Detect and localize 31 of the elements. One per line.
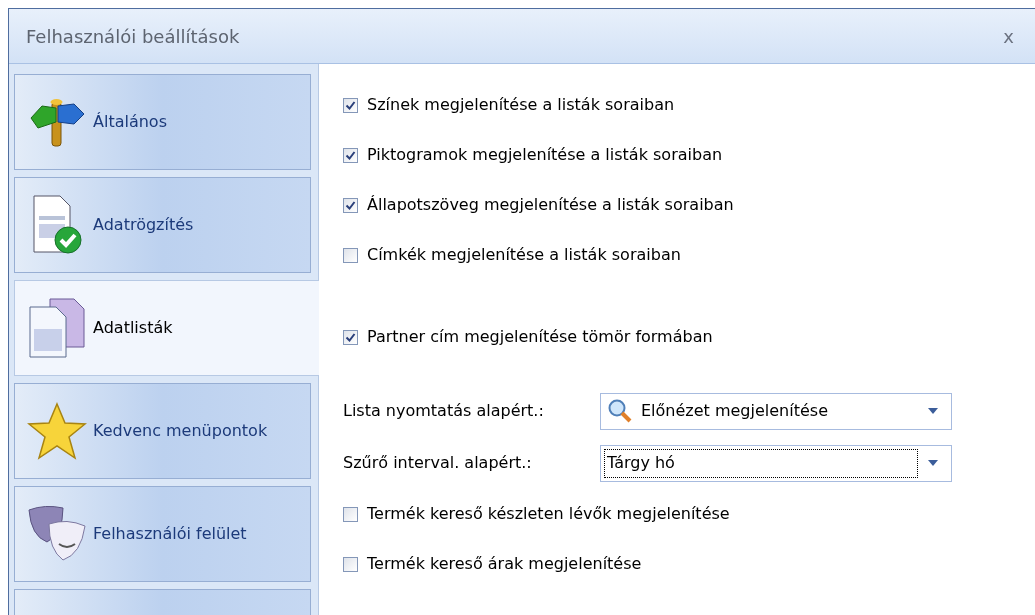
checkbox[interactable] <box>343 556 358 572</box>
checkbox-label: Címkék megjelenítése a listák soraiban <box>367 244 681 266</box>
field-label: Szűrő interval. alapért.: <box>343 452 533 474</box>
sidebar-tab[interactable]: Felhasználói felület <box>14 486 311 582</box>
magnifier-icon <box>607 398 633 424</box>
dropdown-field[interactable]: Előnézet megjelenítése <box>600 392 952 430</box>
checkbox-label: Állapotszöveg megjelenítése a listák soraiban <box>367 194 734 216</box>
sidebar-tab[interactable]: Adatrögzítés <box>14 177 311 273</box>
checkbox[interactable] <box>343 197 358 213</box>
checkbox[interactable] <box>343 329 358 345</box>
window-title: Felhasználói beállítások <box>26 24 240 49</box>
checkbox-label: Termék kereső készleten lévők megjelenítése <box>367 503 730 525</box>
dropdown-caret-icon <box>928 408 938 414</box>
dropdown-field[interactable]: Tárgy hó <box>600 444 952 482</box>
checkbox[interactable] <box>343 506 358 522</box>
checkbox[interactable] <box>343 247 358 263</box>
checkbox-label: Partner cím megjelenítése tömör formában <box>367 326 713 348</box>
checkbox[interactable] <box>343 147 358 163</box>
checkbox-label: Termék kereső árak megjelenítése <box>367 553 642 575</box>
star-icon <box>27 402 87 460</box>
close-button[interactable]: x <box>999 22 1018 50</box>
dropdown-caret-icon <box>928 460 938 466</box>
signpost-icon <box>28 96 86 148</box>
checkbox-label: Színek megjelenítése a listák soraiban <box>367 94 675 116</box>
field-label: Lista nyomtatás alapért.: <box>343 400 545 422</box>
sidebar-tab[interactable]: Adatlisták <box>14 280 319 376</box>
checkbox[interactable] <box>343 97 358 113</box>
documents-icon <box>28 297 86 359</box>
checkbox-label: Piktogramok megjelenítése a listák soraiban <box>367 144 723 166</box>
sidebar-tab[interactable]: Kedvenc menüpontok <box>14 383 311 479</box>
sidebar-tab[interactable]: Általános <box>14 74 311 170</box>
